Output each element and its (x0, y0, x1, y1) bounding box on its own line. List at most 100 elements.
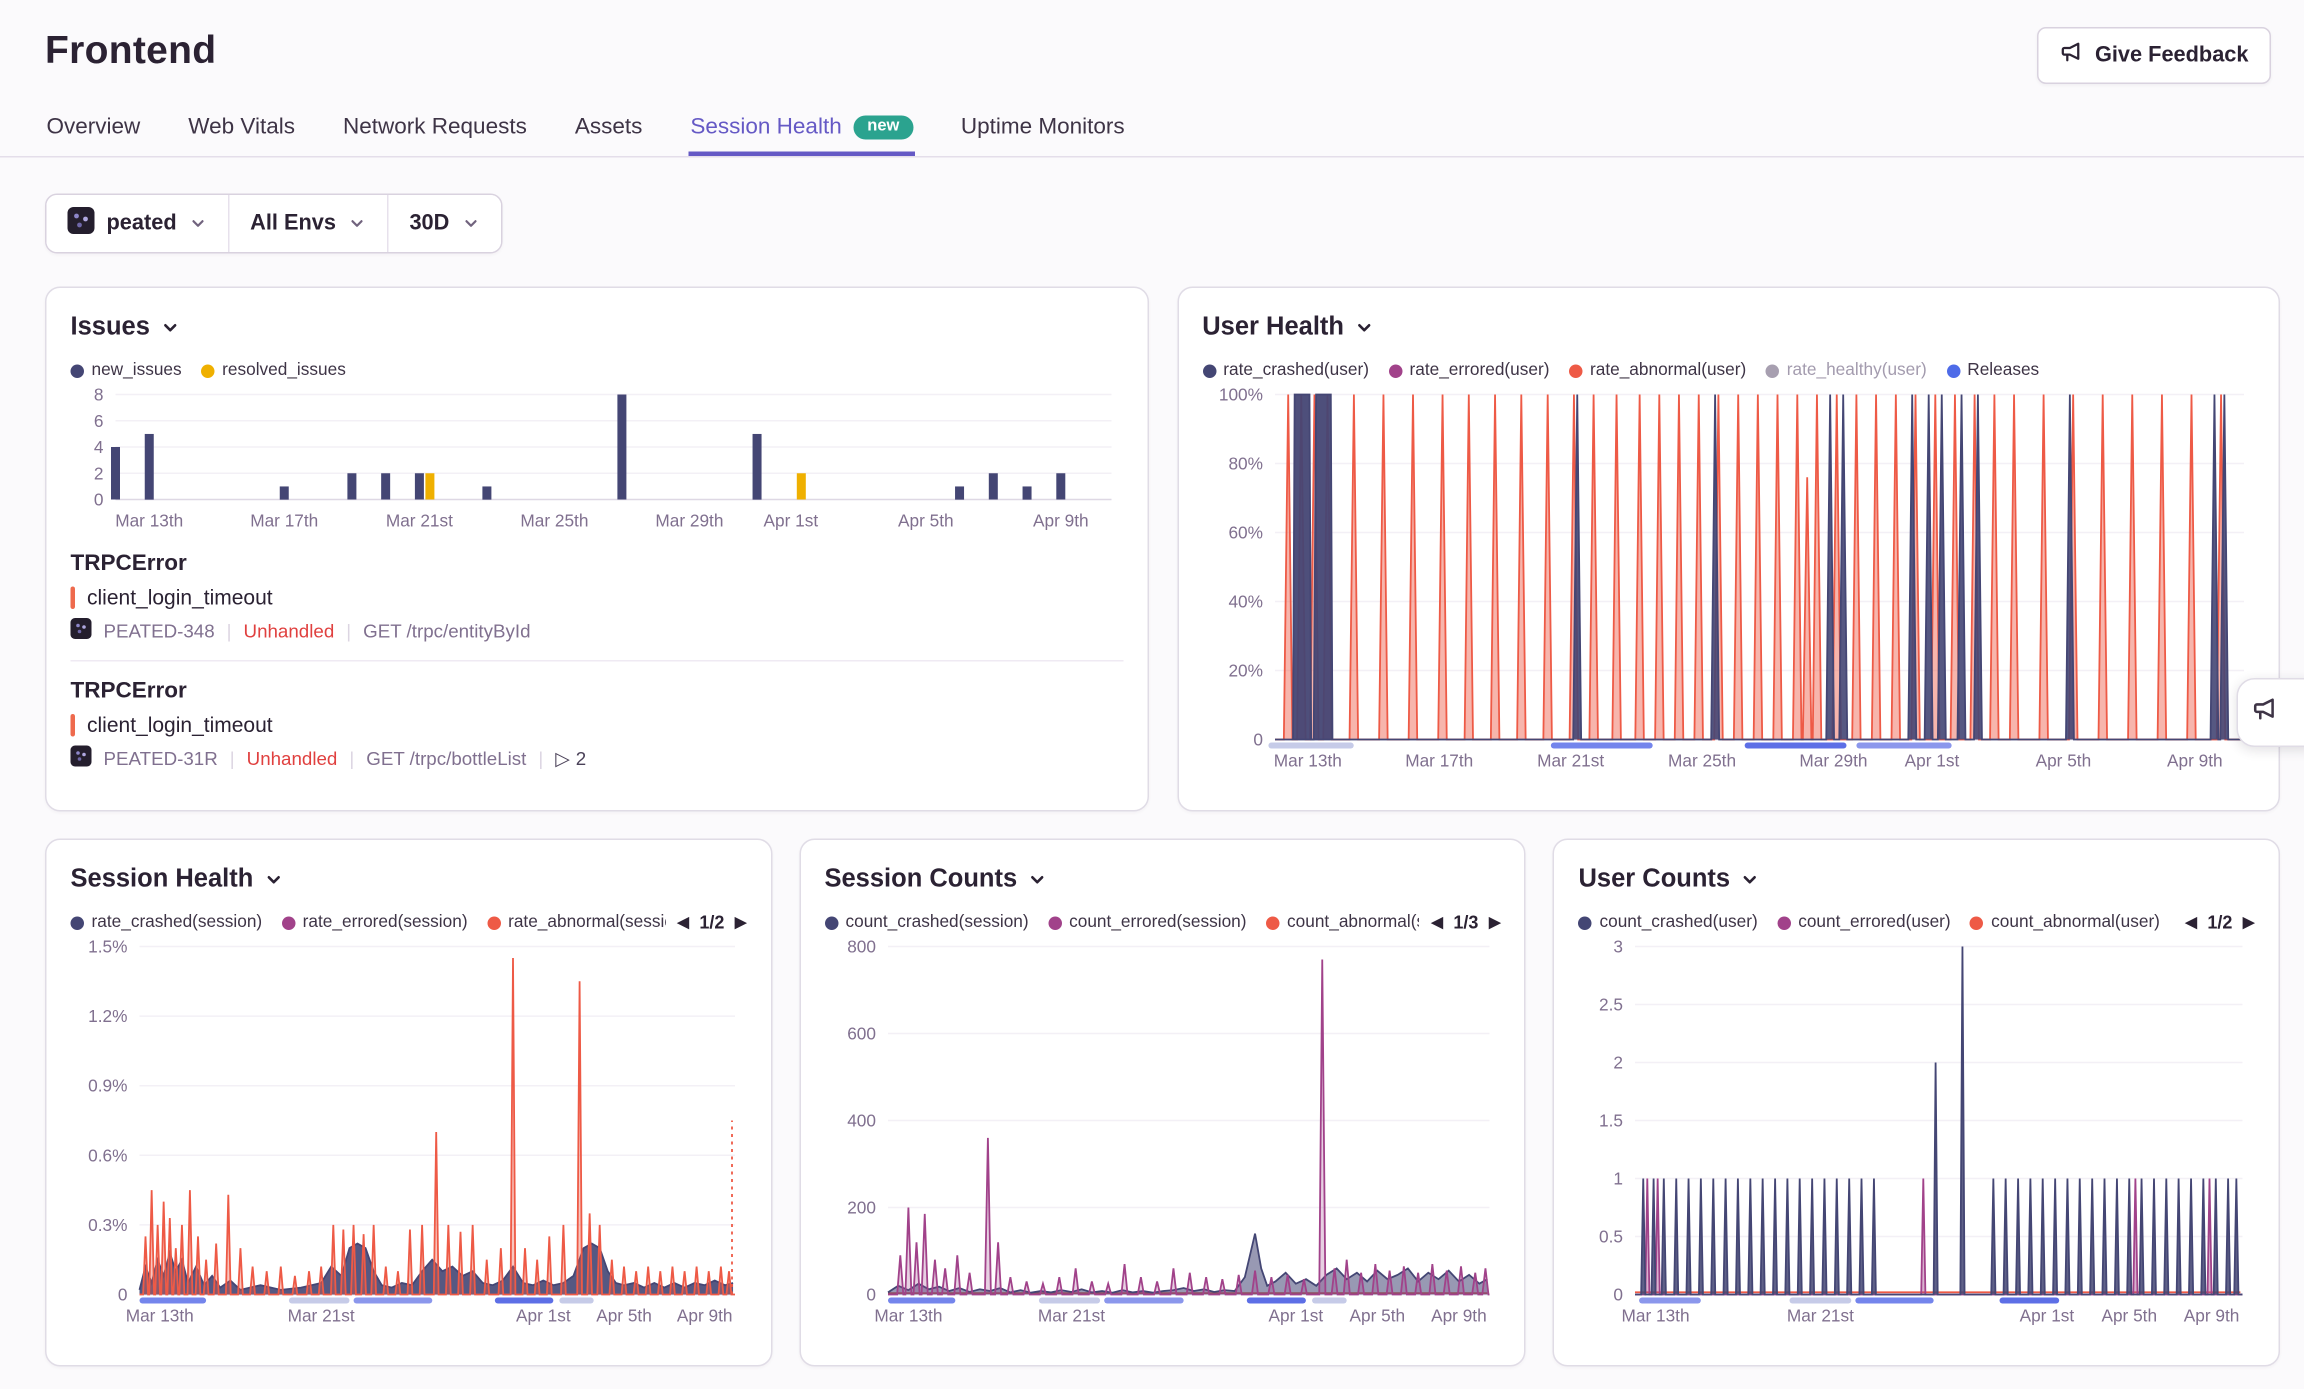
unhandled-tag: Unhandled (247, 748, 338, 769)
panel-collapse-icon[interactable] (264, 869, 284, 889)
series-color-dot (1048, 916, 1062, 930)
svg-text:Mar 13th: Mar 13th (126, 1306, 194, 1326)
issue-short-id: PEATED-348 (104, 620, 215, 641)
issues-panel: Issues new_issuesresolved_issues 02468Ma… (45, 287, 1148, 812)
floating-feedback-button[interactable] (2237, 678, 2304, 747)
legend-item[interactable]: Releases (1946, 362, 2039, 380)
legend-item[interactable]: rate_abnormal(session) (487, 914, 665, 932)
user-health-legend: rate_crashed(user) rate_errored(user) rate… (1202, 362, 2254, 380)
legend-item[interactable]: rate_abnormal(user) (1569, 362, 1746, 380)
panel-collapse-icon[interactable] (160, 317, 180, 337)
svg-text:0: 0 (866, 1285, 876, 1305)
tab-label: Web Vitals (188, 114, 295, 140)
tab-label: Assets (575, 114, 643, 140)
legend-next-arrow[interactable]: ▶ (2243, 914, 2255, 931)
svg-text:Mar 29th: Mar 29th (1799, 751, 1867, 771)
environment-selector[interactable]: All Envs (229, 195, 388, 252)
svg-text:Mar 21st: Mar 21st (1037, 1306, 1104, 1326)
issue-title-link[interactable]: TRPCError (71, 678, 1123, 704)
give-feedback-button[interactable]: Give Feedback (2036, 27, 2271, 84)
svg-text:1: 1 (1614, 1169, 1624, 1189)
legend-item[interactable]: new_issues (71, 362, 182, 380)
session-health-panel: Session Health rate_crashed(session) rate… (45, 839, 772, 1367)
tab-uptime-monitors[interactable]: Uptime Monitors (959, 102, 1126, 156)
issue-row: TRPCError client_login_timeout PEATED-348 |… (71, 551, 1123, 644)
panel-collapse-icon[interactable] (1741, 869, 1761, 889)
legend-item[interactable]: count_crashed(user) (1578, 914, 1757, 932)
legend-item[interactable]: rate_errored(user) (1388, 362, 1549, 380)
panel-collapse-icon[interactable] (1354, 317, 1374, 337)
user-health-panel: User Health rate_crashed(user)rate_error… (1177, 287, 2280, 812)
svg-text:Apr 9th: Apr 9th (1033, 511, 1089, 531)
megaphone-icon (2059, 41, 2083, 71)
legend-prev-arrow[interactable]: ◀ (1431, 914, 1443, 931)
legend-item[interactable]: count_errored(session) (1048, 914, 1246, 932)
tab-network-requests[interactable]: Network Requests (342, 102, 529, 156)
svg-text:Apr 5th: Apr 5th (898, 511, 954, 531)
issue-message: client_login_timeout (87, 713, 273, 737)
tab-overview[interactable]: Overview (45, 102, 142, 156)
svg-text:Mar 21st: Mar 21st (288, 1306, 355, 1326)
new-feature-badge: new (854, 115, 913, 139)
date-range-selector[interactable]: 30D (388, 195, 500, 252)
tab-label: Overview (47, 114, 141, 140)
svg-text:8: 8 (94, 386, 104, 405)
svg-text:2: 2 (1614, 1052, 1624, 1072)
legend-label: rate_healthy(user) (1787, 362, 1927, 380)
series-color-dot (71, 916, 85, 930)
environment-selector-label: All Envs (250, 212, 336, 236)
legend-item[interactable]: rate_errored(session) (282, 914, 468, 932)
legend-label: rate_crashed(user) (1223, 362, 1369, 380)
legend-label: rate_abnormal(session) (508, 914, 665, 932)
legend-item[interactable]: rate_crashed(session) (71, 914, 263, 932)
svg-text:Apr 5th: Apr 5th (2102, 1306, 2158, 1326)
legend-label: resolved_issues (222, 362, 346, 380)
panel-collapse-icon[interactable] (1028, 869, 1048, 889)
tab-session-health[interactable]: Session Health new (689, 102, 914, 156)
tab-web-vitals[interactable]: Web Vitals (187, 102, 297, 156)
session-health-panel-title: Session Health (71, 864, 254, 894)
svg-text:Apr 1st: Apr 1st (516, 1306, 571, 1326)
issue-row: TRPCErrorclient_login_timeoutPEATED-31R|… (71, 678, 1123, 771)
legend-item[interactable]: count_errored(user) (1777, 914, 1950, 932)
tab-label: Session Health (690, 114, 841, 140)
legend-pagination: ◀ 1/2 ▶ (677, 912, 746, 933)
legend-prev-arrow[interactable]: ◀ (2185, 914, 2197, 931)
legend-item[interactable]: count_abnormal(user) (1970, 914, 2160, 932)
page-header: Frontend Give Feedback (0, 0, 2304, 84)
svg-text:Apr 5th: Apr 5th (1349, 1306, 1405, 1326)
legend-item[interactable]: count_abnormal(session) (1266, 914, 1419, 932)
divider: | (346, 620, 351, 641)
user-counts-panel-title: User Counts (1578, 864, 1730, 894)
project-selector[interactable]: peated (47, 195, 230, 252)
legend-item[interactable]: rate_healthy(user) (1766, 362, 1927, 380)
legend-item[interactable]: resolved_issues (201, 362, 346, 380)
legend-prev-arrow[interactable]: ◀ (677, 914, 689, 931)
chevron-down-icon (461, 215, 479, 233)
legend-next-arrow[interactable]: ▶ (735, 914, 747, 931)
tab-assets[interactable]: Assets (573, 102, 644, 156)
legend-next-arrow[interactable]: ▶ (1489, 914, 1501, 931)
svg-text:Mar 13th: Mar 13th (1273, 751, 1341, 771)
legend-label: count_abnormal(session) (1287, 914, 1419, 932)
series-color-dot (1777, 916, 1791, 930)
legend-label: rate_errored(session) (303, 914, 468, 932)
session-counts-panel: Session Counts count_crashed(session)cou… (799, 839, 1526, 1367)
legend-label: count_errored(user) (1798, 914, 1950, 932)
svg-text:1.2%: 1.2% (88, 1006, 127, 1026)
svg-text:0: 0 (118, 1285, 128, 1305)
legend-label: new_issues (92, 362, 182, 380)
issues-legend: new_issues resolved_issues (71, 362, 1123, 380)
issue-message: client_login_timeout (87, 585, 273, 609)
series-color-dot (201, 364, 215, 378)
legend-item[interactable]: rate_crashed(user) (1202, 362, 1369, 380)
chevron-down-icon (348, 215, 366, 233)
svg-text:Apr 1st: Apr 1st (1268, 1306, 1323, 1326)
page-filter-bar: peated All Envs 30D (45, 194, 502, 254)
svg-text:1.5%: 1.5% (88, 938, 127, 957)
legend-item[interactable]: count_crashed(session) (824, 914, 1028, 932)
svg-text:Mar 21st: Mar 21st (1787, 1306, 1854, 1326)
legend-label: rate_abnormal(user) (1590, 362, 1746, 380)
tab-label: Network Requests (343, 114, 527, 140)
issue-title-link[interactable]: TRPCError (71, 551, 1123, 577)
